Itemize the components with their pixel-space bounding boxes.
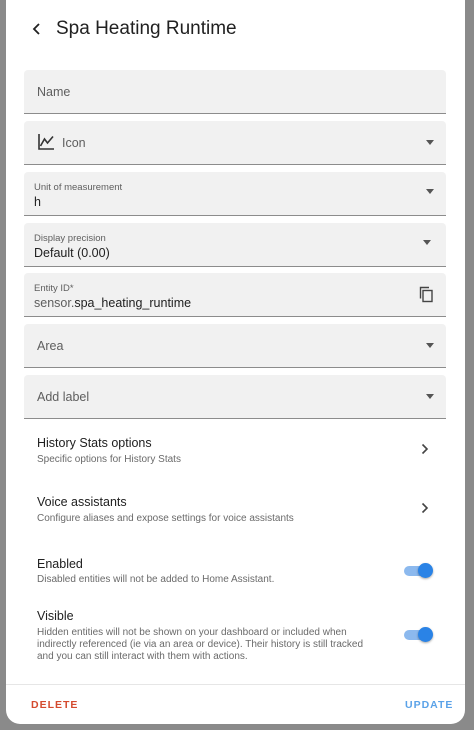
dropdown-arrow-icon bbox=[426, 139, 434, 145]
history-stats-options-row[interactable]: History Stats options Specific options f… bbox=[6, 426, 465, 476]
visible-toggle[interactable] bbox=[404, 625, 434, 645]
add-label-text: Add label bbox=[37, 390, 90, 404]
entity-id-text: spa_heating_runtime bbox=[74, 296, 192, 310]
entity-id-value: sensor.spa_heating_runtime bbox=[34, 296, 191, 310]
toggle-thumb bbox=[418, 627, 433, 642]
name-field[interactable]: Name bbox=[24, 70, 446, 114]
chart-line-icon bbox=[38, 134, 54, 150]
unit-label: Unit of measurement bbox=[34, 182, 123, 193]
unit-select[interactable]: Unit of measurement h bbox=[24, 172, 446, 216]
icon-field-label: Icon bbox=[62, 136, 86, 150]
visible-subtitle-line-2: indirectly referenced (ie via an area or… bbox=[37, 639, 364, 650]
entity-id-field[interactable]: Entity ID* sensor.spa_heating_runtime bbox=[24, 273, 446, 317]
page-title: Spa Heating Runtime bbox=[56, 18, 237, 39]
precision-select[interactable]: Display precision Default (0.00) bbox=[24, 223, 446, 267]
dropdown-arrow-icon bbox=[423, 239, 431, 245]
entity-id-prefix: sensor. bbox=[34, 296, 75, 310]
entity-settings-dialog: Spa Heating Runtime Name Icon Unit of me… bbox=[6, 0, 465, 724]
chevron-right-icon bbox=[421, 443, 429, 455]
toggle-thumb bbox=[418, 563, 433, 578]
delete-button[interactable]: DELETE bbox=[31, 699, 78, 711]
update-button[interactable]: UPDATE bbox=[405, 699, 453, 711]
chevron-left-icon bbox=[32, 23, 40, 35]
enabled-title: Enabled bbox=[37, 557, 83, 571]
enabled-toggle[interactable] bbox=[404, 561, 434, 581]
voice-assistants-title: Voice assistants bbox=[37, 495, 127, 509]
footer-divider bbox=[6, 684, 465, 685]
visible-subtitle-line-1: Hidden entities will not be shown on you… bbox=[37, 627, 347, 638]
dropdown-arrow-icon bbox=[426, 188, 434, 194]
dropdown-arrow-icon bbox=[426, 393, 434, 399]
area-label: Area bbox=[37, 339, 64, 353]
visible-title: Visible bbox=[37, 609, 74, 623]
precision-label: Display precision bbox=[34, 233, 106, 244]
entity-id-label: Entity ID* bbox=[34, 283, 74, 294]
dropdown-arrow-icon bbox=[426, 342, 434, 348]
history-stats-title: History Stats options bbox=[37, 436, 152, 450]
history-stats-subtitle: Specific options for History Stats bbox=[37, 454, 181, 465]
voice-assistants-subtitle: Configure aliases and expose settings fo… bbox=[37, 513, 294, 524]
voice-assistants-row[interactable]: Voice assistants Configure aliases and e… bbox=[6, 485, 465, 535]
unit-value: h bbox=[34, 195, 41, 209]
enabled-subtitle: Disabled entities will not be added to H… bbox=[37, 574, 275, 585]
visible-subtitle-line-3: and you can still interact with them wit… bbox=[37, 651, 248, 662]
name-field-label: Name bbox=[37, 85, 71, 99]
dialog-header: Spa Heating Runtime bbox=[6, 0, 465, 58]
area-picker[interactable]: Area bbox=[24, 324, 446, 368]
back-button[interactable] bbox=[22, 14, 52, 44]
copy-icon[interactable] bbox=[418, 286, 434, 303]
icon-picker[interactable]: Icon bbox=[24, 121, 446, 165]
precision-value: Default (0.00) bbox=[34, 246, 110, 260]
chevron-right-icon bbox=[421, 502, 429, 514]
add-label-picker[interactable]: Add label bbox=[24, 375, 446, 419]
